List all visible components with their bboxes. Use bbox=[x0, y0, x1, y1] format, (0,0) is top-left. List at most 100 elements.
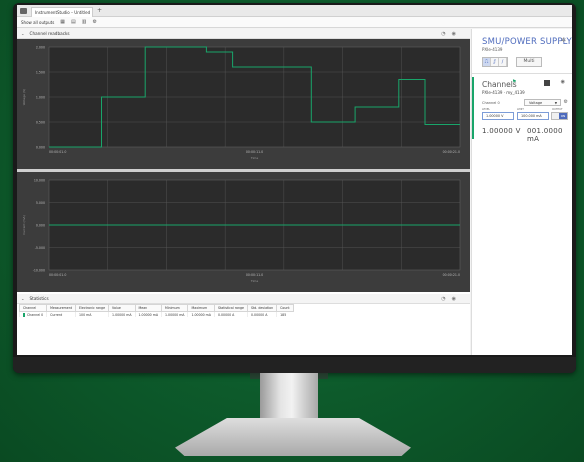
column-header[interactable]: Value bbox=[108, 304, 136, 312]
x-tick-label: 00:00:11.0 bbox=[246, 273, 263, 277]
header-icons[interactable]: ◔◉ bbox=[441, 31, 462, 37]
function-value: Voltage bbox=[529, 101, 543, 105]
gear-icon[interactable]: ✲ bbox=[561, 37, 566, 44]
browser-titlebar: InstrumentStudio – Untitled× + bbox=[17, 5, 572, 17]
browser-tab[interactable]: InstrumentStudio – Untitled× bbox=[31, 7, 93, 17]
x-tick-label: 00:00:11.0 bbox=[246, 150, 263, 154]
y-axis-label: Voltage (V) bbox=[22, 89, 26, 106]
stats-header-icons[interactable]: ◔◉ bbox=[441, 296, 462, 302]
table-cell: 1.00000 mA bbox=[160, 312, 188, 317]
column-header[interactable]: Statistical range bbox=[213, 304, 249, 312]
table-header-row: Channel Measurement Electronic range Value M… bbox=[18, 304, 294, 312]
multi-button[interactable]: Multi bbox=[516, 57, 542, 67]
y-tick-label: 10.000 bbox=[34, 179, 45, 183]
eye-icon[interactable]: ◉ bbox=[561, 79, 565, 85]
table-cell: 0.00000 A bbox=[246, 312, 277, 317]
column-header[interactable]: Measurement bbox=[46, 304, 77, 312]
sweep-mode-icon[interactable]: ∕ bbox=[499, 58, 507, 66]
column-header[interactable]: Count bbox=[276, 304, 294, 312]
show-all-outputs-button[interactable]: Show all outputs bbox=[21, 20, 54, 25]
settings-icon[interactable]: ⚙ bbox=[93, 19, 97, 25]
statistics-table: Channel Measurement Electronic range Value M… bbox=[18, 304, 294, 317]
table-cell: 100 mA bbox=[75, 312, 109, 317]
chevron-down-icon[interactable]: ⌄ bbox=[21, 296, 25, 301]
monitor: InstrumentStudio – Untitled× + Show all … bbox=[13, 3, 576, 373]
x-tick-label: 00:00:21.0 bbox=[443, 150, 460, 154]
voltage-plot[interactable]: 2.000 1.500 1.000 0.500 0.000 00:00:01.0 00:00… bbox=[17, 39, 470, 169]
column-header[interactable]: Std. deviation bbox=[246, 304, 278, 312]
x-axis-label: Time bbox=[250, 156, 258, 160]
column-header[interactable]: Mean bbox=[134, 304, 163, 312]
app-icon bbox=[20, 8, 27, 14]
voltage-plot-svg: 2.000 1.500 1.000 0.500 0.000 00:00:01.0 00:00… bbox=[22, 46, 461, 160]
channel-settings-icon[interactable]: ⚙ bbox=[564, 99, 568, 105]
smu-panel: SMU/POWER SUPPLY ✲ PXIe-4139 ⎍ ⎎ ∕ Multi… bbox=[471, 29, 572, 355]
table-cell: Channel 0 bbox=[18, 312, 47, 317]
y-tick-label: 0.000 bbox=[36, 146, 45, 150]
channel-label: Channel 0 bbox=[482, 101, 500, 105]
x-axis-label: Time bbox=[250, 279, 258, 283]
y-tick-label: 2.000 bbox=[36, 46, 45, 50]
channels-subtitle: PXIe-4139 · my_4139 bbox=[482, 90, 525, 95]
table-cell: 0.00000 A bbox=[213, 312, 248, 317]
statistics-panel: ⌄ Statistics ◔◉ Channel Measurement Electr… bbox=[17, 294, 470, 355]
y-tick-label: 1.000 bbox=[36, 96, 45, 100]
layout-icon[interactable]: ▤ bbox=[71, 19, 76, 25]
smu-title: SMU/POWER SUPPLY bbox=[482, 37, 572, 47]
level-label: LEVEL bbox=[482, 108, 490, 111]
limit-label: LIMIT bbox=[517, 108, 524, 111]
screen: InstrumentStudio – Untitled× + Show all … bbox=[17, 5, 572, 355]
grid-icon[interactable]: ▦ bbox=[60, 19, 65, 25]
table-cell: 1.00000 mA bbox=[187, 312, 215, 317]
toolbar: Show all outputs ▦ ▤ ▥ ⚙ bbox=[17, 17, 572, 28]
table-icon[interactable] bbox=[544, 80, 550, 86]
step-mode-icon[interactable]: ⎎ bbox=[491, 58, 499, 66]
column-header[interactable]: Electronic range bbox=[75, 304, 110, 312]
channel-color-marker bbox=[23, 312, 25, 317]
table-cell: 185 bbox=[276, 312, 294, 317]
readbacks-title: Channel readbacks bbox=[29, 31, 70, 36]
function-select[interactable]: Voltage ▼ bbox=[524, 99, 561, 106]
table-cell: 1.00000 mA bbox=[134, 312, 162, 317]
table-cell: Current bbox=[46, 312, 76, 317]
output-toggle[interactable]: ON bbox=[551, 112, 568, 120]
y-tick-label: -10.000 bbox=[33, 269, 45, 273]
channel-accent bbox=[472, 77, 474, 139]
new-tab-button[interactable]: + bbox=[97, 7, 102, 14]
output-state: ON bbox=[559, 113, 567, 119]
mode-toggle[interactable]: ⎍ ⎎ ∕ bbox=[482, 57, 508, 67]
x-tick-label: 00:00:21.0 bbox=[443, 273, 460, 277]
output-label: OUTPUT bbox=[552, 108, 563, 111]
device-name: PXIe-4139 bbox=[482, 47, 503, 52]
current-plot[interactable]: 10.000 5.000 0.000 -5.000 -10.000 00:00:01.0 0… bbox=[17, 172, 470, 292]
statistics-title: Statistics bbox=[29, 296, 49, 301]
monitor-chin bbox=[13, 357, 576, 373]
table-row[interactable]: Channel 0 Current 100 mA 1.00000 mA 1.00000 … bbox=[18, 312, 294, 317]
voltage-readback: 1.00000 V bbox=[482, 127, 521, 135]
current-readback: 001.0000 mA bbox=[527, 127, 563, 143]
panel-icon[interactable]: ▥ bbox=[82, 19, 87, 25]
readbacks-header[interactable]: ⌄ Channel readbacks ◔◉ bbox=[17, 29, 470, 39]
y-axis-label: Current (mA) bbox=[22, 215, 26, 235]
divider bbox=[472, 73, 572, 74]
limit-input[interactable]: 100.000 mA bbox=[517, 112, 549, 120]
column-header[interactable]: Maximum bbox=[187, 304, 215, 312]
column-header[interactable]: Channel bbox=[18, 304, 48, 312]
tab-title: InstrumentStudio – Untitled bbox=[35, 10, 91, 15]
current-plot-svg: 10.000 5.000 0.000 -5.000 -10.000 00:00:01.0 0… bbox=[22, 179, 461, 283]
y-tick-label: 1.500 bbox=[36, 71, 45, 75]
chevron-down-icon[interactable]: ⌄ bbox=[21, 31, 25, 36]
level-input[interactable]: 1.00000 V bbox=[482, 112, 514, 120]
y-tick-label: 0.500 bbox=[36, 121, 45, 125]
flag-icon[interactable]: ⚑ bbox=[512, 79, 516, 85]
table-cell: 1.00000 mA bbox=[108, 312, 136, 317]
y-tick-label: -5.000 bbox=[35, 246, 45, 250]
column-header[interactable]: Minimum bbox=[160, 304, 189, 312]
x-tick-label: 00:00:01.0 bbox=[49, 150, 66, 154]
cell-text: Channel 0 bbox=[27, 312, 44, 317]
y-tick-label: 0.000 bbox=[36, 224, 45, 228]
caret-down-icon: ▼ bbox=[554, 101, 557, 105]
dc-mode-icon[interactable]: ⎍ bbox=[483, 58, 491, 66]
statistics-header[interactable]: ⌄ Statistics ◔◉ bbox=[17, 294, 470, 304]
x-tick-label: 00:00:01.0 bbox=[49, 273, 66, 277]
